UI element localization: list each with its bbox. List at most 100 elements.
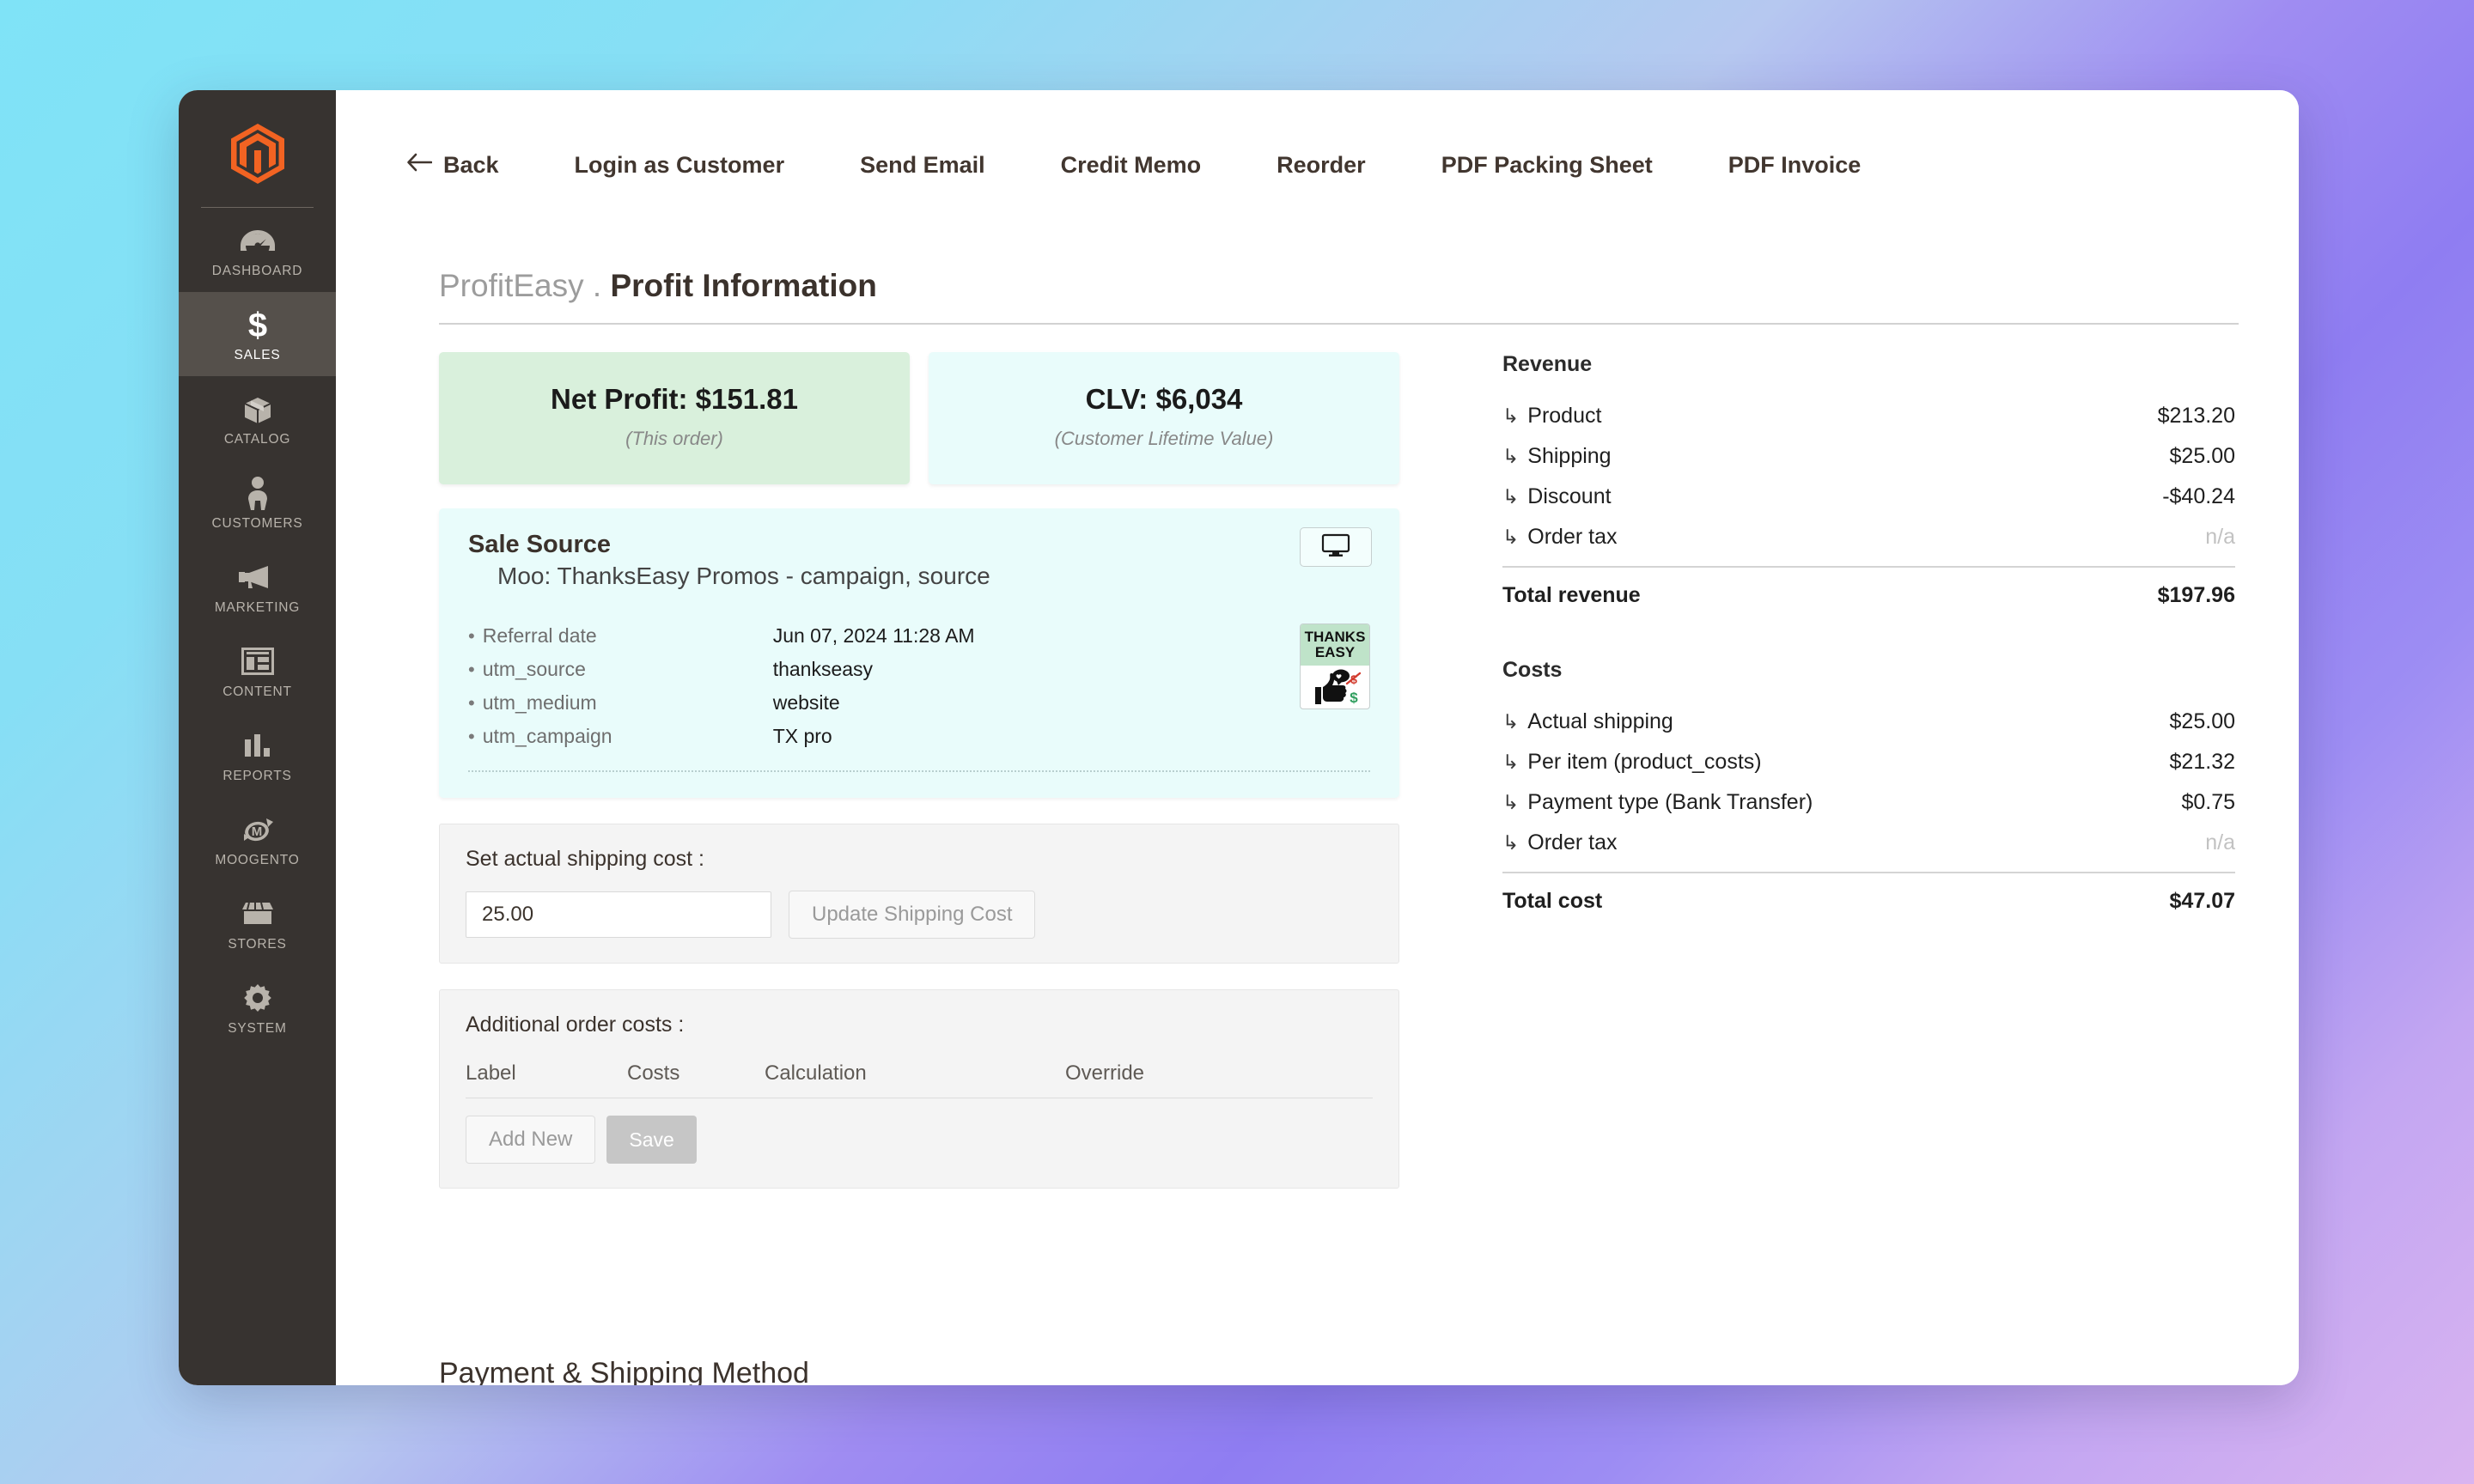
row-label: Shipping — [1527, 444, 1612, 468]
sale-source-panel: THANKS EASY $ Sale Source Moo: ThanksEas… — [439, 508, 1399, 798]
table-row: ↳ Payment type (Bank Transfer) $0.75 — [1502, 782, 2235, 823]
row-value: $25.00 — [2169, 444, 2235, 468]
update-shipping-cost-button[interactable]: Update Shipping Cost — [789, 891, 1036, 939]
sidebar-item-label: CATALOG — [223, 432, 291, 447]
sidebar-item-marketing[interactable]: MARKETING — [179, 544, 336, 629]
row-label: Order tax — [1527, 525, 1618, 549]
row-value: $25.00 — [2169, 709, 2235, 733]
back-button[interactable]: Back — [406, 152, 499, 179]
gear-icon — [182, 980, 332, 1016]
device-badge[interactable] — [1300, 527, 1372, 567]
row-value: $213.20 — [2157, 404, 2235, 428]
sidebar-item-label: DASHBOARD — [211, 264, 303, 278]
badge-line-1: THANKS — [1304, 629, 1366, 645]
list-item: • utm_source thankseasy — [468, 658, 1370, 681]
thankseasy-badge: THANKS EASY $ — [1300, 623, 1370, 709]
arrow-branch-icon: ↳ — [1502, 526, 1520, 548]
total-revenue-label: Total revenue — [1502, 583, 1641, 607]
table-row: ↳ Order tax n/a — [1502, 823, 2235, 863]
list-item: • utm_campaign TX pro — [468, 725, 1370, 748]
add-new-button[interactable]: Add New — [466, 1116, 596, 1164]
sale-source-subtitle: Moo: ThanksEasy Promos - campaign, sourc… — [497, 563, 990, 589]
sidebar-item-label: CONTENT — [222, 684, 292, 699]
sidebar-item-dashboard[interactable]: DASHBOARD — [179, 208, 336, 292]
content-area: Back Login as Customer Send Email Credit… — [336, 90, 2299, 1385]
total-cost-label: Total cost — [1502, 889, 1603, 913]
table-row: ↳ Per item (product_costs) $21.32 — [1502, 742, 2235, 782]
login-as-customer-button[interactable]: Login as Customer — [575, 152, 785, 179]
save-button[interactable]: Save — [606, 1116, 697, 1164]
sidebar-item-stores[interactable]: STORES — [179, 881, 336, 965]
bullet-icon: • — [468, 726, 475, 747]
sidebar-item-label: REPORTS — [222, 769, 292, 783]
send-email-button[interactable]: Send Email — [860, 152, 985, 179]
credit-memo-button[interactable]: Credit Memo — [1061, 152, 1202, 179]
utm-key: utm_source — [482, 658, 586, 680]
row-value: n/a — [2205, 525, 2235, 549]
column-header-override: Override — [1065, 1061, 1145, 1085]
megaphone-icon — [182, 559, 332, 595]
list-item: • utm_medium website — [468, 691, 1370, 715]
magento-logo[interactable] — [179, 106, 336, 202]
costs-heading: Costs — [1502, 658, 1563, 682]
page-title-main: Profit Information — [610, 268, 877, 303]
bullet-icon: • — [468, 659, 475, 680]
right-column: Revenue ↳ Product $213.20 ↳ Shipping $25.0… — [1478, 352, 2299, 1189]
sidebar: DASHBOARD $ SALES CATALOG CUSTOMERS MARK… — [179, 90, 336, 1385]
row-value: $21.32 — [2169, 750, 2235, 774]
storefront-icon — [182, 896, 332, 932]
row-value: -$40.24 — [2162, 484, 2235, 508]
sidebar-item-content[interactable]: CONTENT — [179, 629, 336, 713]
row-value: $0.75 — [2181, 790, 2235, 814]
sidebar-item-reports[interactable]: REPORTS — [179, 713, 336, 797]
moogento-icon: M — [182, 812, 332, 848]
utm-key: Referral date — [482, 624, 597, 647]
shipping-cost-panel: Set actual shipping cost : Update Shippi… — [439, 824, 1399, 964]
badge-line-2: EASY — [1314, 643, 1356, 660]
sidebar-item-label: STORES — [228, 937, 287, 952]
utm-attribute-list: • Referral date Jun 07, 2024 11:28 AM • … — [468, 624, 1370, 748]
left-column: Net Profit: $151.81 (This order) CLV: $6… — [336, 352, 1478, 1189]
main-columns: Net Profit: $151.81 (This order) CLV: $6… — [336, 325, 2299, 1189]
svg-text:M: M — [251, 824, 262, 839]
costs-summary: Costs ↳ Actual shipping $25.00 ↳ Per item … — [1502, 658, 2235, 914]
shipping-cost-input[interactable] — [466, 891, 771, 938]
pdf-invoice-button[interactable]: PDF Invoice — [1728, 152, 1862, 179]
sidebar-item-label: MARKETING — [214, 600, 301, 615]
sidebar-item-label: SALES — [234, 348, 281, 362]
order-action-bar: Back Login as Customer Send Email Credit… — [336, 90, 2299, 179]
table-row: ↳ Discount -$40.24 — [1502, 477, 2235, 517]
row-label: Discount — [1527, 484, 1612, 508]
sidebar-item-customers[interactable]: CUSTOMERS — [179, 460, 336, 544]
sidebar-item-sales[interactable]: $ SALES — [179, 292, 336, 376]
net-profit-value: Net Profit: $151.81 — [551, 383, 798, 415]
sale-source-title: Sale Source — [468, 531, 612, 558]
sidebar-item-label: SYSTEM — [228, 1021, 287, 1036]
back-button-label: Back — [443, 152, 499, 178]
sidebar-item-label: MOOGENTO — [215, 853, 300, 867]
desktop-monitor-icon — [1321, 533, 1350, 562]
row-label: Payment type (Bank Transfer) — [1527, 790, 1813, 814]
bullet-icon: • — [468, 692, 475, 714]
total-cost-value: $47.07 — [2169, 889, 2235, 913]
arrow-branch-icon: ↳ — [1502, 485, 1520, 508]
reorder-button[interactable]: Reorder — [1277, 152, 1366, 179]
arrow-branch-icon: ↳ — [1502, 445, 1520, 467]
column-header-costs: Costs — [627, 1061, 680, 1085]
additional-order-costs-panel: Additional order costs : Label Costs Cal… — [439, 989, 1399, 1189]
arrow-branch-icon: ↳ — [1502, 751, 1520, 773]
pdf-packing-sheet-button[interactable]: PDF Packing Sheet — [1441, 152, 1653, 179]
svg-text:$: $ — [247, 307, 266, 343]
layout-icon — [182, 643, 332, 679]
column-header-label: Label — [466, 1061, 516, 1085]
bar-chart-icon — [182, 727, 332, 763]
sidebar-item-catalog[interactable]: CATALOG — [179, 376, 336, 460]
clv-value: CLV: $6,034 — [1085, 383, 1243, 415]
sidebar-item-system[interactable]: SYSTEM — [179, 965, 336, 1049]
row-label: Actual shipping — [1527, 709, 1673, 733]
table-row: ↳ Shipping $25.00 — [1502, 436, 2235, 477]
utm-value: Jun 07, 2024 11:28 AM — [772, 624, 975, 647]
sidebar-item-moogento[interactable]: M MOOGENTO — [179, 797, 336, 881]
arrow-left-icon — [406, 152, 433, 179]
total-revenue-row: Total revenue $197.96 — [1502, 566, 2235, 608]
